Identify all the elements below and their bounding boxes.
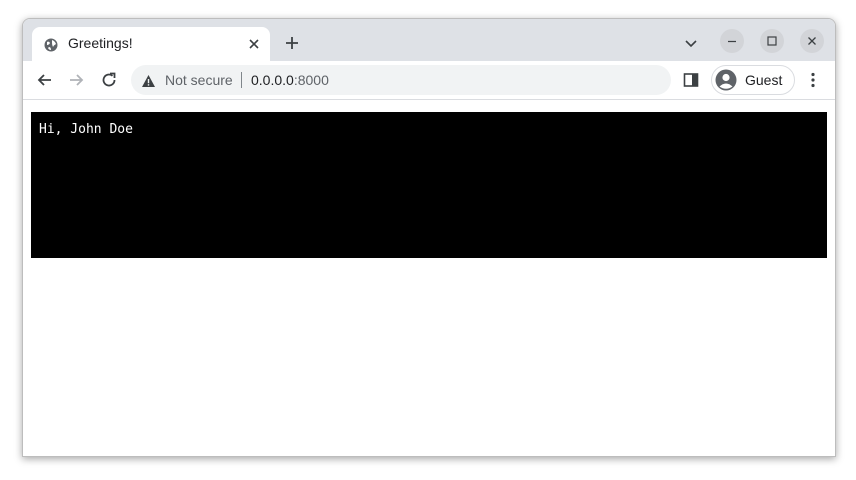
minimize-button[interactable] — [720, 29, 744, 53]
url-port: :8000 — [293, 72, 329, 88]
url-text[interactable]: 0.0.0.0:8000 — [251, 72, 329, 88]
address-bar[interactable]: Not secure 0.0.0.0:8000 — [131, 65, 671, 95]
browser-window: Greetings! Not secure 0.0.0.0:8000 Guest… — [22, 18, 836, 457]
security-status-label[interactable]: Not secure — [165, 72, 233, 88]
reload-icon[interactable] — [99, 70, 119, 90]
tab-close-icon[interactable] — [246, 36, 262, 52]
page-viewport: Hi, John Doe — [23, 100, 835, 456]
tab-strip: Greetings! — [23, 19, 835, 61]
close-window-button[interactable] — [800, 29, 824, 53]
globe-icon — [44, 37, 58, 52]
tab-search-chevron-icon[interactable] — [683, 35, 699, 51]
side-panel-icon[interactable] — [683, 72, 699, 88]
browser-toolbar: Not secure 0.0.0.0:8000 Guest — [23, 61, 835, 100]
forward-arrow-icon[interactable] — [66, 70, 86, 90]
tab-title: Greetings! — [68, 35, 133, 51]
back-arrow-icon[interactable] — [35, 70, 55, 90]
more-menu-icon[interactable] — [807, 71, 819, 89]
url-host: 0.0.0.0 — [251, 72, 294, 88]
profile-name: Guest — [745, 72, 783, 88]
warning-triangle-icon[interactable] — [141, 73, 156, 87]
avatar-icon — [715, 69, 737, 91]
tab-greetings[interactable]: Greetings! — [32, 27, 270, 61]
omnibox-divider — [241, 72, 242, 88]
new-tab-icon[interactable] — [283, 34, 301, 52]
maximize-button[interactable] — [760, 29, 784, 53]
greeting-text: Hi, John Doe — [39, 122, 133, 137]
greeting-box: Hi, John Doe — [31, 112, 827, 258]
profile-button[interactable]: Guest — [711, 65, 795, 95]
